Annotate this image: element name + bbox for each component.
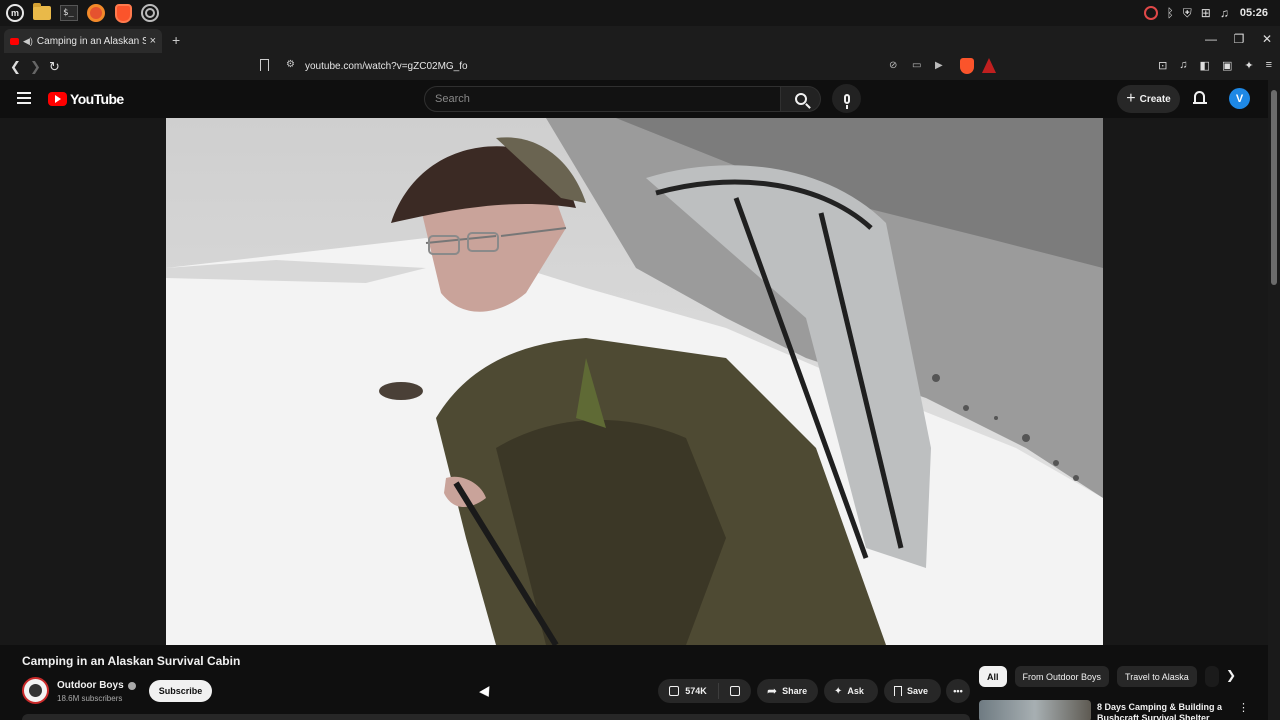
firefox-icon[interactable] [85, 2, 107, 24]
plus-icon: + [1126, 90, 1136, 107]
chip-from-outdoor-boys[interactable]: From Outdoor Boys [1014, 666, 1110, 687]
terminal-icon[interactable]: $_ [58, 2, 80, 24]
hamburger-menu-icon[interactable] [17, 92, 31, 107]
create-button[interactable]: + Create [1117, 85, 1180, 113]
mouse-cursor-icon [479, 686, 494, 700]
play-icon[interactable]: ▶ [935, 60, 943, 71]
youtube-play-icon [48, 92, 67, 106]
related-chips: All From Outdoor Boys Travel to Alaska [979, 666, 1219, 687]
tab-close-icon[interactable]: × [150, 35, 156, 47]
network-icon[interactable]: ⊞ [1201, 6, 1211, 20]
system-tray: ᛒ ⛨ ⊞ ♫ 05:26 [1143, 0, 1268, 26]
subscriber-count: 18.6M subscribers [57, 694, 123, 703]
recommendation-more-icon[interactable]: ⋮ [1238, 701, 1249, 714]
search-icon [794, 93, 807, 105]
minimize-button[interactable]: — [1204, 32, 1218, 46]
video-player-area [0, 118, 1268, 645]
chips-next-chevron-icon[interactable]: ❯ [1226, 668, 1236, 682]
ask-button[interactable]: ✦ Ask [824, 679, 878, 703]
more-actions-button[interactable]: ••• [946, 679, 970, 703]
new-tab-button[interactable]: + [172, 32, 180, 48]
cast-icon[interactable]: ▭ [912, 60, 921, 71]
video-title: Camping in an Alaskan Survival Cabin [22, 654, 241, 668]
video-player[interactable] [166, 118, 1103, 645]
share-button[interactable]: ➦ Share [757, 679, 818, 703]
chip-partial[interactable] [1204, 666, 1219, 687]
scrollbar-thumb[interactable] [1271, 90, 1277, 285]
sparkle-icon: ✦ [834, 685, 843, 697]
browser-tab-strip: ◀) Camping in an Alaskan Survival Cabin … [0, 26, 1280, 54]
record-indicator-icon[interactable] [1143, 6, 1158, 20]
maximize-button[interactable]: ❐ [1232, 32, 1246, 46]
site-settings-icon[interactable]: ⚙ [286, 59, 295, 70]
like-dislike-group: 574K [658, 679, 751, 703]
voice-search-button[interactable] [832, 84, 861, 113]
bookmark-icon[interactable] [260, 59, 269, 71]
like-button[interactable]: 574K [658, 683, 719, 699]
channel-name[interactable]: Outdoor Boys [57, 680, 136, 691]
youtube-logo[interactable]: YouTube [48, 91, 124, 107]
address-bar-row: ❮ ❯ ↻ ⚙ youtube.com/watch?v=gZC02MG_fo ⊘… [0, 54, 1280, 80]
address-bar[interactable]: ⚙ youtube.com/watch?v=gZC02MG_fo ⊘ ▭ ▶ [256, 56, 1000, 78]
share-arrow-icon: ➦ [767, 684, 778, 698]
browser-toolbar: ⊡ ♫ ◧ ▣ ✦ ≡ [1158, 59, 1272, 72]
wallet-icon[interactable]: ▣ [1222, 59, 1232, 72]
tracking-icon[interactable]: ⊘ [889, 60, 897, 71]
chip-travel-to-alaska[interactable]: Travel to Alaska [1117, 666, 1197, 687]
thumbs-down-icon [730, 686, 740, 696]
tab-title: Camping in an Alaskan Survival Cabin [36, 35, 146, 47]
brave-shield-icon[interactable] [960, 58, 974, 74]
brave-rewards-icon[interactable] [982, 58, 996, 73]
thumbs-up-icon [669, 686, 680, 696]
more-dots-icon: ••• [953, 686, 963, 696]
bluetooth-icon[interactable]: ᛒ [1167, 6, 1174, 20]
dislike-button[interactable] [719, 686, 751, 696]
clock[interactable]: 05:26 [1240, 7, 1268, 19]
verified-badge-icon [127, 681, 136, 690]
back-icon[interactable]: ❮ [10, 59, 21, 75]
recommendation-thumbnail[interactable] [979, 700, 1091, 720]
files-folder-icon[interactable] [31, 2, 53, 24]
chromium-icon[interactable] [139, 2, 161, 24]
window-controls: — ❐ ✕ [1204, 32, 1274, 46]
url-text[interactable]: youtube.com/watch?v=gZC02MG_fo [305, 61, 468, 72]
microphone-icon [843, 93, 850, 109]
forward-icon[interactable]: ❯ [30, 59, 41, 75]
account-avatar[interactable]: V [1229, 88, 1250, 109]
page-scrollbar[interactable] [1268, 80, 1280, 720]
sidebar-icon[interactable]: ◧ [1200, 59, 1210, 72]
subscribe-button[interactable]: Subscribe [149, 680, 212, 702]
reload-icon[interactable]: ↻ [49, 59, 60, 75]
search-input[interactable] [425, 87, 765, 111]
close-window-button[interactable]: ✕ [1260, 32, 1274, 46]
menu-icon[interactable]: ≡ [1266, 59, 1272, 72]
channel-avatar[interactable] [22, 677, 49, 704]
screenshot-icon[interactable]: ⊡ [1158, 59, 1167, 72]
leo-icon[interactable]: ✦ [1244, 59, 1253, 72]
media-icon[interactable]: ♫ [1179, 59, 1187, 72]
youtube-favicon-icon [10, 37, 19, 45]
description-box[interactable] [22, 714, 970, 720]
browser-tab[interactable]: ◀) Camping in an Alaskan Survival Cabin … [4, 29, 162, 53]
save-button[interactable]: Save [884, 679, 941, 703]
video-frame [166, 118, 1103, 645]
mint-menu-icon[interactable]: m [4, 2, 26, 24]
recommendation-title[interactable]: 8 Days Camping & Building a Bushcraft Su… [1097, 702, 1230, 720]
search-box [424, 86, 781, 112]
brave-icon[interactable] [112, 2, 134, 24]
youtube-header: YouTube + Create V [0, 80, 1280, 118]
notifications-bell-icon[interactable] [1193, 91, 1207, 105]
save-bookmark-icon [894, 686, 902, 696]
search-button[interactable] [781, 86, 821, 112]
chip-all[interactable]: All [979, 666, 1007, 687]
speaker-icon[interactable]: ◀) [23, 36, 33, 47]
shield-icon[interactable]: ⛨ [1183, 6, 1192, 21]
os-taskbar: m $_ ᛒ ⛨ ⊞ ♫ 05:26 [0, 0, 1280, 26]
music-icon[interactable]: ♫ [1220, 6, 1229, 20]
